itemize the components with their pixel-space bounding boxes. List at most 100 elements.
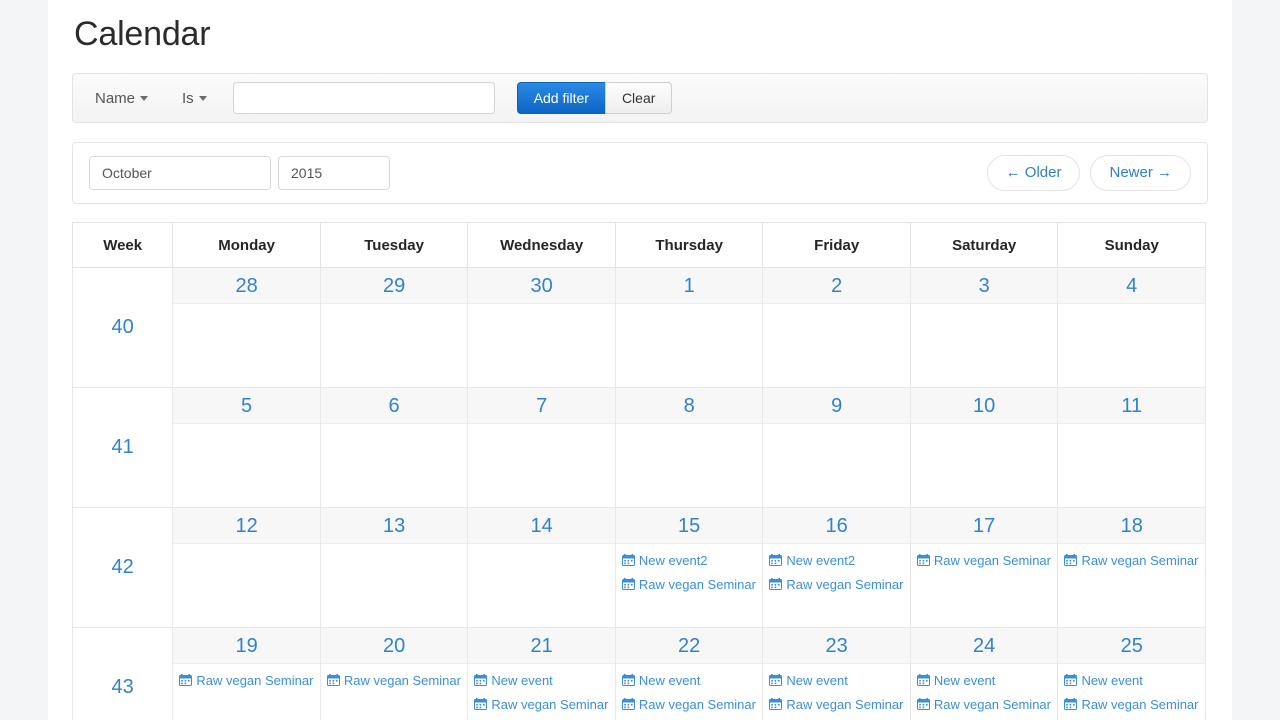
event-title: Raw vegan Seminar: [343, 673, 461, 689]
day-cell[interactable]: 3: [909, 267, 1059, 389]
day-number[interactable]: 7: [468, 388, 615, 425]
filter-value-input[interactable]: [232, 82, 495, 115]
day-number[interactable]: 3: [910, 268, 1058, 305]
add-filter-button[interactable]: Add filter: [516, 82, 605, 115]
event-link[interactable]: New event: [916, 669, 1056, 693]
day-number[interactable]: 12: [173, 508, 320, 545]
filter-field-dropdown[interactable]: Name: [87, 86, 156, 111]
day-number[interactable]: 8: [615, 388, 763, 425]
event-link[interactable]: New event2: [621, 549, 761, 573]
day-cell[interactable]: 10: [909, 387, 1059, 509]
day-number[interactable]: 6: [320, 388, 468, 425]
event-link[interactable]: Raw vegan Seminar: [769, 573, 908, 597]
event-link[interactable]: Raw vegan Seminar: [916, 549, 1056, 573]
event-link[interactable]: Raw vegan Seminar: [1064, 693, 1203, 717]
day-cell[interactable]: 28: [172, 267, 321, 389]
page-title: Calendar: [74, 15, 211, 53]
day-number[interactable]: 14: [468, 508, 615, 545]
calendar-navigation-bar: ← Older Newer →: [72, 142, 1208, 205]
event-title: Raw vegan Seminar: [491, 697, 609, 713]
day-number[interactable]: 1: [615, 268, 763, 305]
day-number[interactable]: 29: [320, 268, 468, 305]
event-link[interactable]: Raw vegan Seminar: [326, 669, 466, 693]
day-cell[interactable]: 9: [762, 387, 911, 509]
filter-button-group: Add filter Clear: [516, 82, 673, 115]
event-link[interactable]: Raw vegan Seminar: [621, 693, 761, 717]
day-number[interactable]: 17: [910, 508, 1058, 545]
day-number[interactable]: 20: [320, 628, 468, 665]
event-link[interactable]: Raw vegan Seminar: [769, 693, 908, 717]
event-link[interactable]: New event: [769, 669, 908, 693]
event-link[interactable]: Raw vegan Seminar: [621, 573, 761, 597]
calendar-icon: [1064, 698, 1078, 711]
calendar-icon: [916, 674, 930, 687]
day-number[interactable]: 28: [173, 268, 320, 305]
day-cell[interactable]: 13: [319, 507, 469, 629]
filter-operator-dropdown[interactable]: Is: [174, 86, 215, 111]
day-cell[interactable]: 7: [467, 387, 616, 509]
event-title: New event: [933, 673, 996, 689]
day-number[interactable]: 25: [1058, 628, 1205, 665]
event-link[interactable]: New event: [621, 669, 761, 693]
event-link[interactable]: Raw vegan Seminar: [1064, 549, 1203, 573]
day-cell[interactable]: 1: [614, 267, 764, 389]
calendar-icon: [1064, 554, 1078, 567]
day-number[interactable]: 4: [1058, 268, 1205, 305]
day-cell[interactable]: 16 New event2 Raw vegan Seminar: [762, 507, 911, 629]
day-cell[interactable]: 17 Raw vegan Seminar: [909, 507, 1059, 629]
day-number[interactable]: 30: [468, 268, 615, 305]
day-events: [321, 304, 468, 309]
day-cell[interactable]: 30: [467, 267, 616, 389]
newer-button[interactable]: Newer →: [1090, 155, 1191, 192]
day-cell[interactable]: 23 New event Raw vegan Seminar: [762, 627, 911, 720]
day-cell[interactable]: 21 New event Raw vegan Seminar: [467, 627, 616, 720]
calendar-icon: [916, 554, 930, 567]
event-link[interactable]: Raw vegan Seminar: [179, 669, 318, 693]
filter-field-label: Name: [95, 89, 136, 107]
day-number[interactable]: 16: [763, 508, 910, 545]
day-number[interactable]: 10: [910, 388, 1058, 425]
day-cell[interactable]: 15 New event2 Raw vegan Seminar: [614, 507, 764, 629]
event-title: New event2: [786, 553, 856, 569]
day-number[interactable]: 23: [763, 628, 910, 665]
day-number[interactable]: 13: [320, 508, 468, 545]
day-cell[interactable]: 12: [172, 507, 321, 629]
day-cell[interactable]: 2: [762, 267, 911, 389]
day-cell[interactable]: 14: [467, 507, 616, 629]
day-number[interactable]: 21: [468, 628, 615, 665]
day-cell[interactable]: 18 Raw vegan Seminar: [1057, 507, 1206, 629]
event-link[interactable]: New event: [474, 669, 613, 693]
week-number-cell: 42: [71, 507, 174, 629]
day-number[interactable]: 9: [763, 388, 910, 425]
year-input[interactable]: [278, 156, 390, 191]
day-number[interactable]: 24: [910, 628, 1058, 665]
event-link[interactable]: New event: [1064, 669, 1203, 693]
day-cell[interactable]: 22 New event Raw vegan Seminar: [614, 627, 764, 720]
day-cell[interactable]: 19 Raw vegan Seminar: [172, 627, 321, 720]
day-number[interactable]: 18: [1058, 508, 1205, 545]
month-input[interactable]: [89, 156, 271, 191]
older-button[interactable]: ← Older: [986, 155, 1081, 192]
day-cell[interactable]: 4: [1057, 267, 1206, 389]
clear-filter-button[interactable]: Clear: [604, 82, 673, 115]
event-link[interactable]: Raw vegan Seminar: [474, 693, 613, 717]
event-link[interactable]: Raw vegan Seminar: [916, 693, 1056, 717]
day-cell[interactable]: 8: [614, 387, 764, 509]
day-cell[interactable]: 5: [172, 387, 321, 509]
day-number[interactable]: 19: [173, 628, 320, 665]
day-number[interactable]: 22: [615, 628, 763, 665]
day-cell[interactable]: 20 Raw vegan Seminar: [319, 627, 469, 720]
day-cell[interactable]: 11: [1057, 387, 1206, 509]
day-number[interactable]: 5: [173, 388, 320, 425]
day-cell[interactable]: 6: [319, 387, 469, 509]
day-cell[interactable]: 29: [319, 267, 469, 389]
day-cell[interactable]: 24 New event Raw vegan Seminar: [909, 627, 1059, 720]
day-number[interactable]: 15: [615, 508, 763, 545]
day-events: [911, 424, 1058, 429]
day-events: [468, 304, 615, 309]
event-link[interactable]: New event2: [769, 549, 908, 573]
day-events: [1058, 424, 1205, 429]
day-number[interactable]: 11: [1058, 388, 1205, 425]
day-cell[interactable]: 25 New event Raw vegan Seminar: [1057, 627, 1206, 720]
day-number[interactable]: 2: [763, 268, 910, 305]
